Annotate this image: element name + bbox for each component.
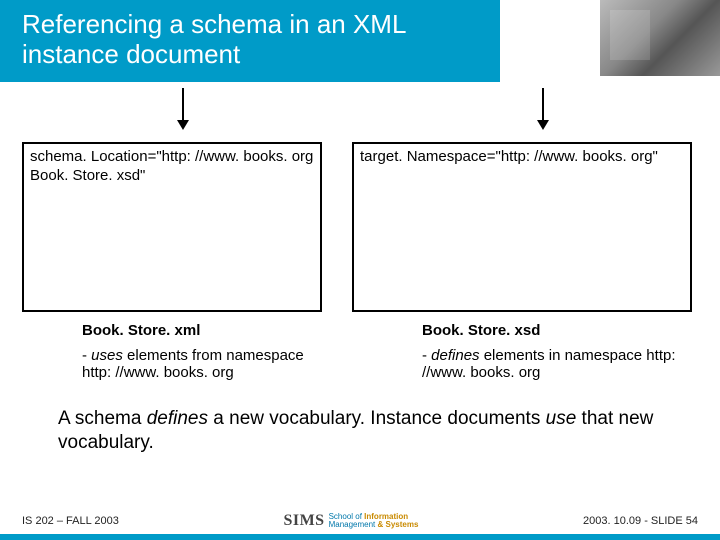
schema-filename: Book. Store. xsd bbox=[422, 322, 692, 339]
schema-caption: Book. Store. xsd - defines elements in n… bbox=[352, 322, 692, 381]
arrow-down-icon bbox=[182, 88, 184, 128]
logo-tagline: School of Information Management & Syste… bbox=[329, 513, 419, 529]
instance-box-text: schema. Location="http: //www. books. or… bbox=[30, 148, 313, 184]
footer: IS 202 – FALL 2003 SIMS School of Inform… bbox=[0, 512, 720, 530]
content-area: schema. Location="http: //www. books. or… bbox=[0, 82, 720, 455]
slide-title: Referencing a schema in an XML instance … bbox=[22, 10, 478, 70]
logo-text: SIMS bbox=[283, 512, 324, 530]
box-row: schema. Location="http: //www. books. or… bbox=[22, 142, 698, 312]
footer-right: 2003. 10.09 - SLIDE 54 bbox=[583, 515, 698, 527]
instance-caption: Book. Store. xml - uses elements from na… bbox=[22, 322, 322, 381]
footer-accent-bar bbox=[0, 534, 720, 540]
instance-desc: - uses elements from namespace http: //w… bbox=[82, 347, 322, 381]
schema-box-text: target. Namespace="http: //www. books. o… bbox=[360, 148, 658, 165]
summary-text: A schema defines a new vocabulary. Insta… bbox=[58, 407, 662, 455]
arrows bbox=[22, 82, 698, 142]
arrow-down-icon bbox=[542, 88, 544, 128]
schema-box: target. Namespace="http: //www. books. o… bbox=[352, 142, 692, 312]
instance-filename: Book. Store. xml bbox=[82, 322, 322, 339]
schema-desc: - defines elements in namespace http: //… bbox=[422, 347, 692, 381]
footer-left: IS 202 – FALL 2003 bbox=[22, 515, 119, 527]
decorative-image bbox=[600, 0, 720, 76]
title-bar: Referencing a schema in an XML instance … bbox=[0, 0, 500, 82]
captions-row: Book. Store. xml - uses elements from na… bbox=[22, 322, 698, 381]
instance-box: schema. Location="http: //www. books. or… bbox=[22, 142, 322, 312]
slide: { "title": "Referencing a schema in an X… bbox=[0, 0, 720, 540]
footer-logo: SIMS School of Information Management & … bbox=[283, 512, 418, 530]
